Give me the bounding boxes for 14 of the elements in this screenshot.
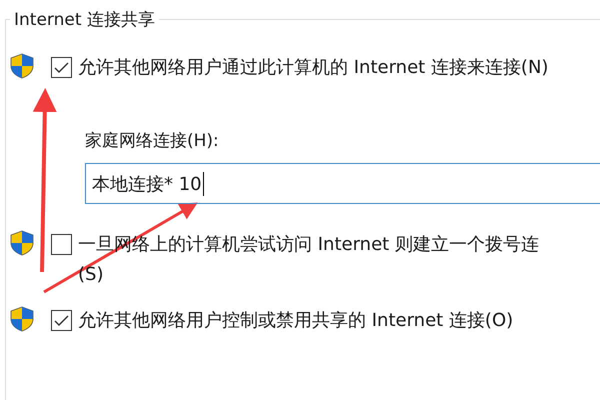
shield-icon <box>10 230 34 256</box>
group-title: Internet 连接共享 <box>13 9 156 31</box>
shield-icon <box>10 53 34 79</box>
check-icon <box>54 314 69 326</box>
check-icon <box>54 62 69 74</box>
checkbox-label: 允许其他网络用户通过此计算机的 Internet 连接来连接(N) <box>78 56 548 80</box>
input-field[interactable]: 本地连接* 10 <box>85 163 600 204</box>
shield-icon <box>10 306 34 332</box>
checkbox[interactable] <box>51 310 72 331</box>
checkbox-label: 允许其他网络用户控制或禁用共享的 Internet 连接(O) <box>78 309 514 333</box>
checkbox-label: (S) <box>78 263 104 287</box>
checkbox[interactable] <box>51 57 72 78</box>
checkbox[interactable] <box>51 234 72 255</box>
field-label: 家庭网络连接(H): <box>85 130 219 153</box>
